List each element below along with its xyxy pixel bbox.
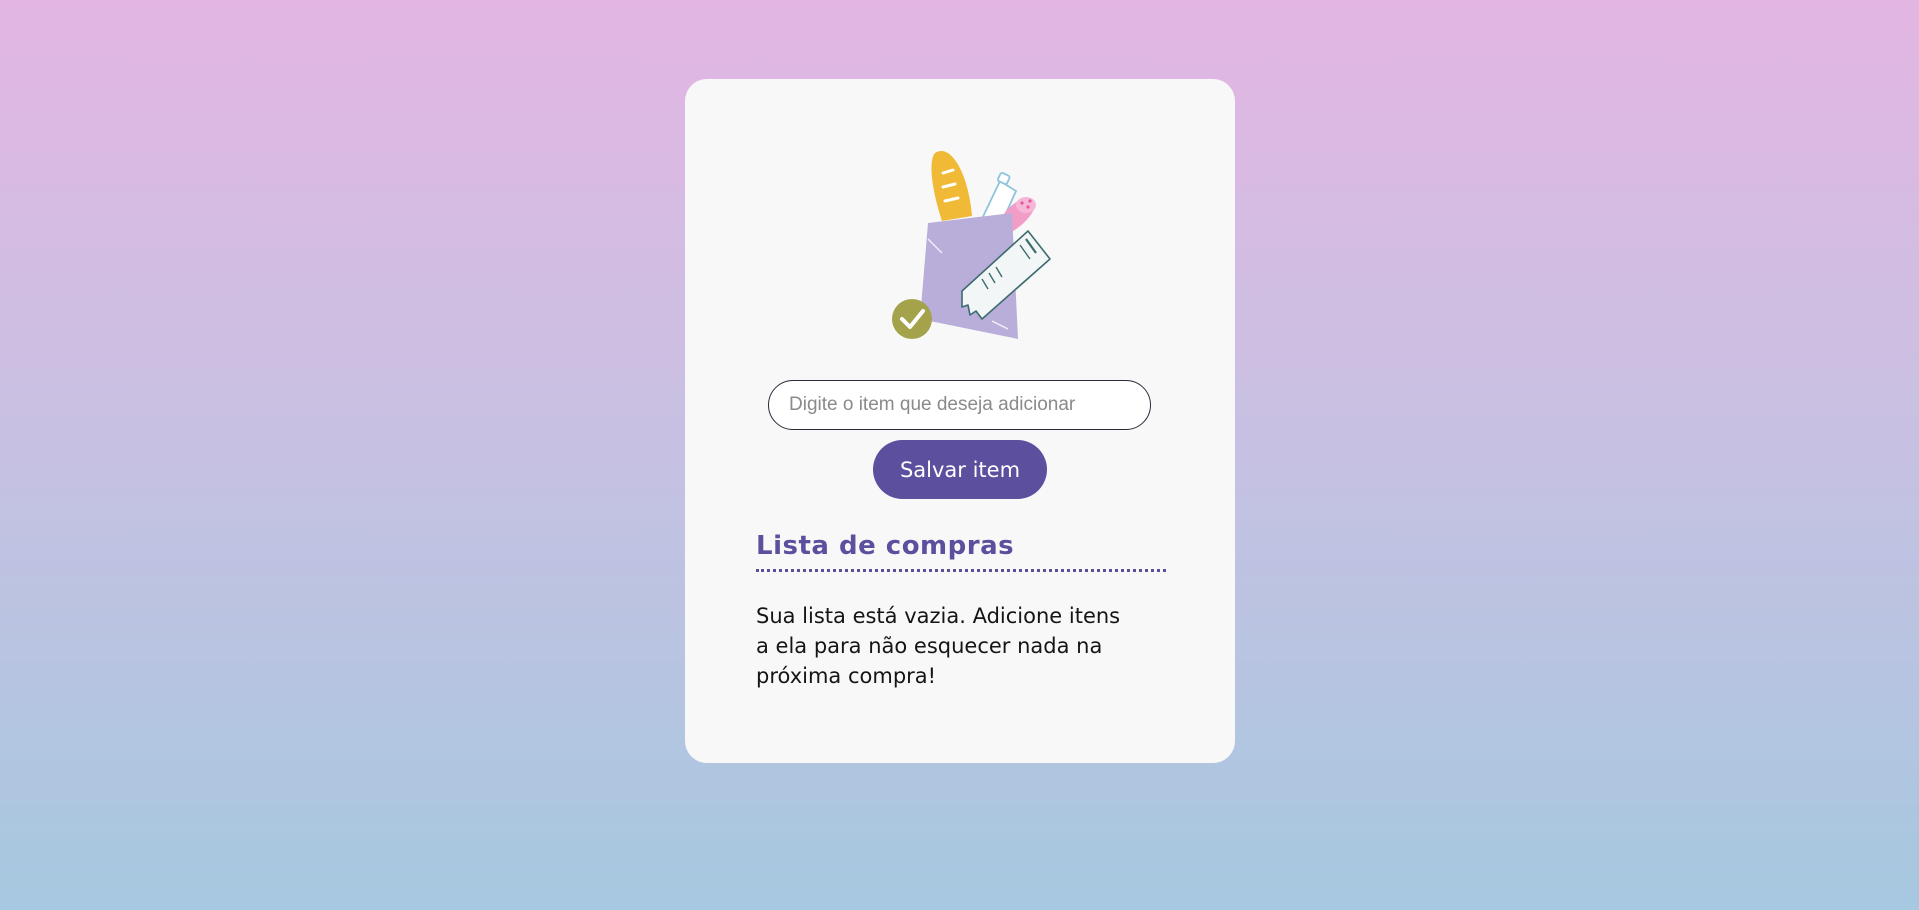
grocery-bag-icon bbox=[892, 150, 1051, 339]
save-item-button[interactable]: Salvar item bbox=[873, 440, 1047, 499]
baguette-icon bbox=[931, 150, 972, 221]
list-title: Lista de compras bbox=[756, 531, 1015, 561]
check-badge-icon bbox=[892, 299, 932, 339]
shopping-list-card: Salvar item Lista de compras Sua lista e… bbox=[685, 79, 1235, 763]
item-input[interactable] bbox=[768, 380, 1151, 430]
empty-list-message: Sua lista está vazia. Adicione itens a e… bbox=[756, 604, 1121, 688]
title-divider bbox=[756, 569, 1166, 572]
